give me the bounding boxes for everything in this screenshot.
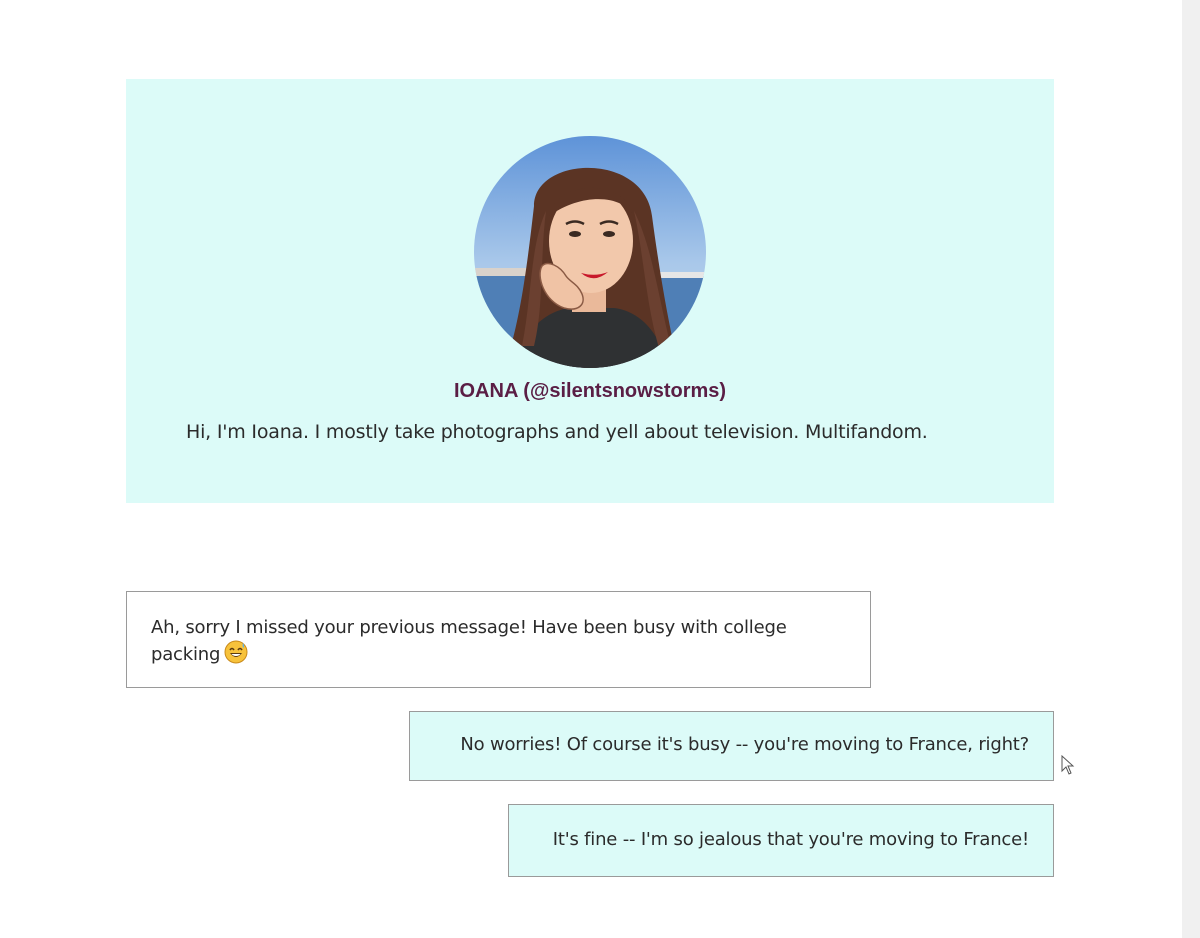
avatar-illustration-icon bbox=[474, 136, 706, 368]
message-received: Ah, sorry I missed your previous message… bbox=[126, 591, 871, 688]
profile-avatar bbox=[474, 136, 706, 368]
profile-bio: Hi, I'm Ioana. I mostly take photographs… bbox=[186, 421, 928, 443]
scrollbar[interactable] bbox=[1182, 0, 1200, 938]
message-sent: It's fine -- I'm so jealous that you're … bbox=[508, 804, 1054, 877]
chat-page: IOANA (@silentsnowstorms) Hi, I'm Ioana.… bbox=[0, 0, 1200, 938]
message-sent: No worries! Of course it's busy -- you'r… bbox=[409, 711, 1054, 781]
message-text: It's fine -- I'm so jealous that you're … bbox=[552, 829, 1029, 850]
message-text: No worries! Of course it's busy -- you'r… bbox=[460, 734, 1029, 755]
grinning-sweat-emoji-icon bbox=[224, 640, 248, 664]
profile-name: IOANA (@silentsnowstorms) bbox=[453, 380, 727, 402]
mouse-cursor-icon bbox=[1061, 755, 1075, 775]
